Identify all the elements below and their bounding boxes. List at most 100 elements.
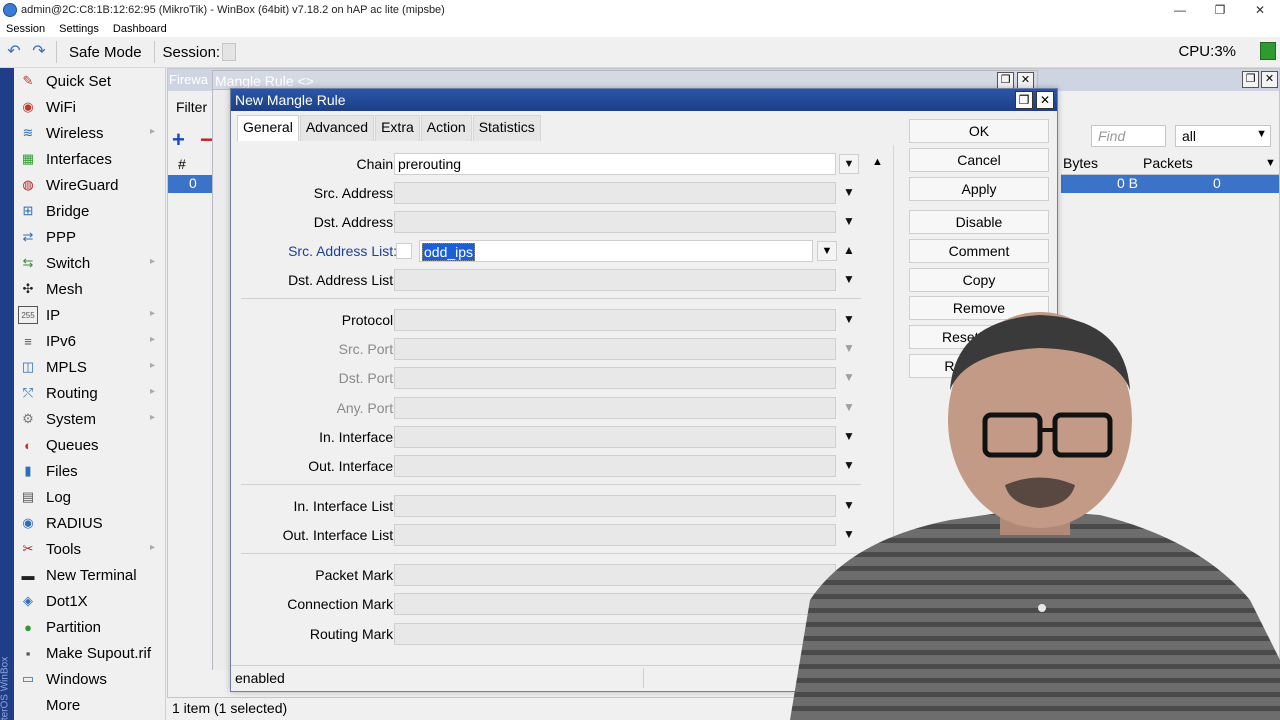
mangle-maximize-button[interactable]: ❐ [997,72,1014,89]
table-row-index[interactable]: 0 [168,175,212,193]
cpu-label: CPU: [1178,43,1215,60]
collapse-up-icon[interactable]: ▲ [872,156,883,168]
ok-button[interactable]: OK [909,119,1049,143]
sidebar-item-label: IP [46,306,61,324]
src-address-list-dropdown-icon[interactable]: ▼ [817,241,837,261]
expand-down-icon[interactable]: ▼ [843,185,855,199]
sidebar-item-new-terminal[interactable]: ▬ New Terminal [14,562,165,588]
menu-session[interactable]: Session [6,23,45,35]
session-field[interactable] [222,43,237,61]
find-input[interactable]: Find [1091,125,1166,147]
rule-status: enabled [235,670,285,686]
sidebar-item-dot1x[interactable]: ◈ Dot1X [14,588,165,614]
dialog-maximize-button[interactable]: ❐ [1015,91,1033,109]
collapse-up-icon[interactable]: ▲ [843,243,855,257]
src-address-list-field[interactable]: odd_ips [419,240,813,262]
column-header-packets[interactable]: Packets [1143,155,1193,171]
expand-down-icon[interactable]: ▼ [843,272,855,286]
minimize-button[interactable]: — [1160,0,1200,20]
wireless-icon: ≋ [22,125,34,140]
menu-settings[interactable]: Settings [59,23,99,35]
add-icon[interactable]: + [172,127,185,153]
windows-icon: ▭ [21,671,35,686]
submenu-arrow-icon: ▸ [149,308,155,319]
switch-icon: ⇆ [22,255,34,270]
redo-icon[interactable]: ↷ [28,41,50,63]
copy-button[interactable]: Copy [909,268,1049,292]
src-port-label: Src. Port: [338,341,397,357]
files-icon: ▮ [24,463,32,478]
sidebar-item-bridge[interactable]: ⊞ Bridge [14,198,165,224]
apply-button[interactable]: Apply [909,177,1049,201]
sidebar-item-label: Files [46,462,78,480]
tab-extra[interactable]: Extra [375,115,420,141]
cancel-button[interactable]: Cancel [909,148,1049,172]
terminal-icon: ▬ [21,567,35,583]
mpls-icon: ◫ [21,359,35,374]
close-button[interactable]: ✕ [1240,0,1280,20]
sidebar-item-windows[interactable]: ▭ Windows [14,666,165,692]
filter-select[interactable]: all ▼ [1175,125,1271,147]
sidebar-item-wireless[interactable]: ≋ Wireless ▸ [14,120,165,146]
tab-advanced[interactable]: Advanced [299,115,375,141]
sidebar-item-ipv6[interactable]: ≡ IPv6 ▸ [14,328,165,354]
disable-button[interactable]: Disable [909,210,1049,234]
dst-address-list-label: Dst. Address List: [288,272,397,288]
sidebar-item-radius[interactable]: ◉ RADIUS [14,510,165,536]
safe-mode-button[interactable]: Safe Mode [63,44,148,61]
connection-mark-label: Connection Mark: [287,596,397,612]
remove-icon[interactable]: − [200,127,213,153]
sidebar-item-ppp[interactable]: ⇄ PPP [14,224,165,250]
table-row[interactable]: 0 B 0 [1061,175,1279,193]
dialog-close-button[interactable]: ✕ [1036,91,1054,109]
chain-dropdown-icon[interactable]: ▼ [839,154,859,174]
chain-field[interactable]: prerouting [394,153,836,175]
form-separator [241,298,861,299]
column-header-bytes[interactable]: Bytes [1063,155,1098,171]
sidebar-item-switch[interactable]: ⇆ Switch ▸ [14,250,165,276]
filter-select-value: all [1182,128,1197,144]
undo-icon[interactable]: ↶ [3,41,25,63]
winbox-app-icon [3,3,17,17]
sidebar-item-label: Quick Set [46,72,112,90]
firewall-maximize-button[interactable]: ❐ [1242,71,1259,88]
sidebar-item-queues[interactable]: ◐ Queues [14,432,165,458]
form-row-src-address: Src. Address: ▼ [239,182,889,206]
sidebar-item-files[interactable]: ▮ Files [14,458,165,484]
dst-address-list-field[interactable] [394,269,836,291]
sidebar-item-quick-set[interactable]: ✎ Quick Set [14,68,165,94]
tab-statistics[interactable]: Statistics [472,115,541,141]
src-address-list-negate-checkbox[interactable] [396,243,412,259]
menu-dashboard[interactable]: Dashboard [113,23,167,35]
sidebar-item-ip[interactable]: 255 IP ▸ [14,302,165,328]
tab-general[interactable]: General [237,115,299,141]
sidebar-item-make-supout-rif[interactable]: ▪ Make Supout.rif [14,640,165,666]
toolbar-separator [56,41,57,63]
form-row-dst-address: Dst. Address: ▼ [239,211,889,235]
sidebar-item-log[interactable]: ▤ Log [14,484,165,510]
sidebar-item-wireguard[interactable]: ◍ WireGuard [14,172,165,198]
tab-action[interactable]: Action [420,115,472,141]
sidebar-item-partition[interactable]: ● Partition [14,614,165,640]
comment-button[interactable]: Comment [909,239,1049,263]
tab-filter-rules[interactable]: Filter [176,99,207,115]
sidebar-item-more[interactable]: More [14,692,165,718]
sidebar-item-tools[interactable]: ✂ Tools ▸ [14,536,165,562]
firewall-close-button[interactable]: ✕ [1261,71,1278,88]
column-dropdown-icon[interactable]: ▼ [1265,157,1276,169]
wireguard-icon: ◍ [22,177,34,192]
dst-address-field[interactable] [394,211,836,233]
submenu-arrow-icon: ▸ [149,412,155,423]
sidebar-item-system[interactable]: ⚙ System ▸ [14,406,165,432]
expand-down-icon[interactable]: ▼ [843,214,855,228]
src-address-field[interactable] [394,182,836,204]
mangle-close-button[interactable]: ✕ [1017,72,1034,89]
sidebar-item-mesh[interactable]: ✣ Mesh [14,276,165,302]
main-toolbar: ↶ ↷ Safe Mode Session: CPU:3% [0,37,1280,68]
cpu-indicator [1260,42,1276,60]
sidebar-item-mpls[interactable]: ◫ MPLS ▸ [14,354,165,380]
sidebar-item-routing[interactable]: ⤲ Routing ▸ [14,380,165,406]
sidebar-item-wifi[interactable]: ◉ WiFi [14,94,165,120]
maximize-button[interactable]: ❐ [1200,0,1240,20]
sidebar-item-interfaces[interactable]: ▦ Interfaces [14,146,165,172]
